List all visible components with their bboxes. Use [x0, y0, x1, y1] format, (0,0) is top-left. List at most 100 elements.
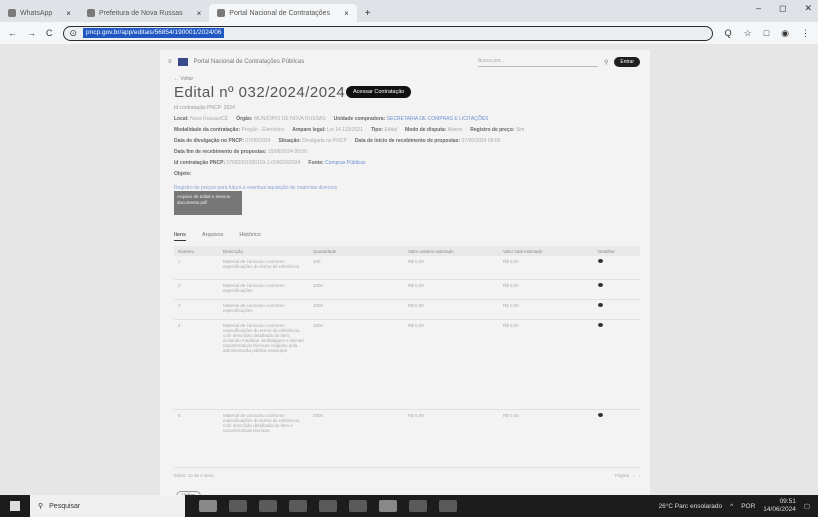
pagination: Exibir: 10 de 5 itens Página ‹ › — [174, 473, 640, 478]
site-icon — [217, 9, 226, 17]
table-row: 2 Material de consumo conforme especific… — [174, 280, 640, 300]
lang-indicator[interactable]: POR — [741, 503, 755, 510]
view-detail-icon[interactable] — [598, 323, 603, 327]
page-title: Edital nº 032/2024/2024 — [174, 84, 346, 101]
table-row: 4 Material de consumo conforme especific… — [174, 320, 640, 410]
url-text: pncp.gov.br/app/editais/56854/190001/202… — [83, 28, 225, 38]
page-label: Página — [614, 473, 629, 478]
tab-label: Prefeitura de Nova Russas — [98, 9, 183, 17]
app-icon[interactable] — [289, 500, 307, 512]
gov-logo[interactable] — [177, 58, 188, 66]
column-header: Quantidade — [313, 248, 337, 254]
app-icon[interactable] — [439, 500, 457, 512]
app-icon[interactable] — [199, 500, 217, 512]
reload-button[interactable]: C — [46, 28, 53, 38]
table-row: 5 Material de consumo conforme especific… — [174, 410, 640, 468]
maximize-button[interactable]: ◻ — [779, 3, 786, 14]
address-bar-row: ← → C ⊙ pncp.gov.br/app/editais/56854/19… — [0, 22, 818, 44]
app-icon[interactable] — [349, 500, 367, 512]
site-icon — [86, 9, 95, 17]
items-count: Exibir: 10 de 5 itens — [174, 473, 214, 478]
taskbar-search[interactable]: ⚲ Pesquisar — [30, 495, 185, 517]
chrome-icon[interactable] — [379, 500, 397, 512]
app-icon[interactable] — [229, 500, 247, 512]
tab-pncp[interactable]: Portal Nacional de Contratações × — [209, 4, 357, 22]
view-detail-icon[interactable] — [598, 413, 603, 417]
taskbar-apps — [199, 500, 457, 512]
column-header: Valor total estimado — [503, 248, 543, 254]
file-download-box[interactable]: Arquivo de edital e anexos - documento.p… — [174, 191, 242, 215]
browser-viewport: ≡ Portal Nacional de Contratações Públic… — [0, 44, 818, 501]
column-header: Número — [178, 248, 195, 254]
window-controls: – ◻ ✕ — [756, 3, 812, 14]
menu-icon[interactable]: ⋮ — [801, 28, 810, 39]
login-button[interactable]: Entrar — [614, 57, 640, 67]
column-header: Detalhar — [598, 248, 616, 254]
back-button[interactable]: ← — [8, 28, 17, 38]
meta-row: Data fim de recebimento de propostas: 19… — [174, 149, 307, 155]
breadcrumb[interactable]: ← Voltar — [174, 76, 193, 82]
toolbar-icons: Q ☆ □ ◉ ⋮ — [725, 28, 810, 39]
tab-prefeitura[interactable]: Prefeitura de Nova Russas × — [79, 4, 209, 22]
search-input[interactable]: Busca por... — [477, 58, 598, 67]
table-row: 1 Material de consumo conforme especific… — [174, 256, 640, 280]
tab-itens[interactable]: Itens — [174, 232, 186, 241]
hamburger-icon[interactable]: ≡ — [168, 59, 172, 65]
view-detail-icon[interactable] — [598, 303, 603, 307]
notification-icon[interactable]: ▢ — [804, 502, 810, 510]
app-icon[interactable] — [319, 500, 337, 512]
zoom-icon[interactable]: Q — [725, 28, 732, 39]
taskbar: ⚲ Pesquisar 26°C Parc ensolarado ^ POR 0… — [0, 495, 818, 517]
tab-label: WhatsApp — [20, 9, 53, 17]
profile-icon[interactable]: ◉ — [781, 28, 789, 39]
page-content: ≡ Portal Nacional de Contratações Públic… — [160, 50, 650, 501]
browser-tab-bar: WhatsApp × Prefeitura de Nova Russas × P… — [0, 0, 818, 22]
access-contract-button[interactable]: Acessar Contratação — [346, 86, 412, 98]
system-tray: 26°C Parc ensolarado ^ POR 09:51 14/06/2… — [658, 498, 818, 514]
view-detail-icon[interactable] — [598, 259, 603, 263]
start-button[interactable] — [0, 501, 30, 511]
meta-row: Id contratação PNCP: 07682001000119-1-00… — [174, 160, 366, 166]
meta-row: Objeto: — [174, 171, 192, 177]
tab-label: Portal Nacional de Contratações — [229, 9, 331, 17]
table-row: 3 Material de consumo conforme especific… — [174, 300, 640, 320]
search-icon[interactable]: ⚲ — [604, 59, 608, 66]
content-tabs: Itens Arquivos Histórico — [174, 232, 261, 241]
meta-row: Local: Nova Russas/CE Órgão: MUNICIPIO D… — [174, 116, 489, 122]
column-header: Valor unitário estimado — [408, 248, 454, 254]
whatsapp-icon — [8, 9, 16, 17]
close-icon[interactable]: × — [66, 9, 71, 18]
meta-row: Modalidade da contratação: Pregão - Elet… — [174, 127, 525, 133]
table-header: Número Descrição Quantidade Valor unitár… — [174, 246, 640, 256]
tray-chevron-icon[interactable]: ^ — [730, 503, 733, 510]
minimize-button[interactable]: – — [756, 3, 761, 14]
column-header: Descrição — [223, 248, 244, 254]
site-header: ≡ Portal Nacional de Contratações Públic… — [168, 56, 640, 68]
meta-row: Data de divulgação no PNCP: 07/06/2024 S… — [174, 138, 501, 144]
search-icon: ⚲ — [38, 503, 44, 510]
new-tab-button[interactable]: + — [357, 4, 379, 22]
forward-button[interactable]: → — [27, 28, 36, 38]
url-field[interactable]: ⊙ pncp.gov.br/app/editais/56854/190001/2… — [62, 25, 713, 41]
view-detail-icon[interactable] — [598, 283, 603, 287]
site-info-icon[interactable]: ⊙ — [70, 28, 78, 39]
close-icon[interactable]: × — [197, 9, 202, 18]
close-icon[interactable]: × — [344, 9, 349, 18]
prev-page-button[interactable]: ‹ — [633, 473, 635, 478]
next-page-button[interactable]: › — [639, 473, 641, 478]
site-header-title: Portal Nacional de Contratações Públicas — [193, 59, 305, 65]
tab-whatsapp[interactable]: WhatsApp × — [0, 4, 79, 22]
taskbar-search-label: Pesquisar — [49, 502, 81, 510]
app-icon[interactable] — [409, 500, 427, 512]
bookmark-icon[interactable]: ☆ — [744, 28, 752, 39]
weather-widget[interactable]: 26°C Parc ensolarado — [658, 503, 722, 510]
app-icon[interactable] — [259, 500, 277, 512]
clock[interactable]: 09:51 14/06/2024 — [763, 498, 796, 514]
sidepanel-icon[interactable]: □ — [764, 28, 769, 39]
close-window-button[interactable]: ✕ — [804, 3, 812, 14]
windows-icon — [10, 501, 20, 511]
page-subtitle: Id contratação PNCP: 2024 — [174, 105, 235, 111]
tab-historico[interactable]: Histórico — [239, 232, 260, 241]
items-table: Número Descrição Quantidade Valor unitár… — [174, 246, 640, 468]
tab-arquivos[interactable]: Arquivos — [202, 232, 223, 241]
